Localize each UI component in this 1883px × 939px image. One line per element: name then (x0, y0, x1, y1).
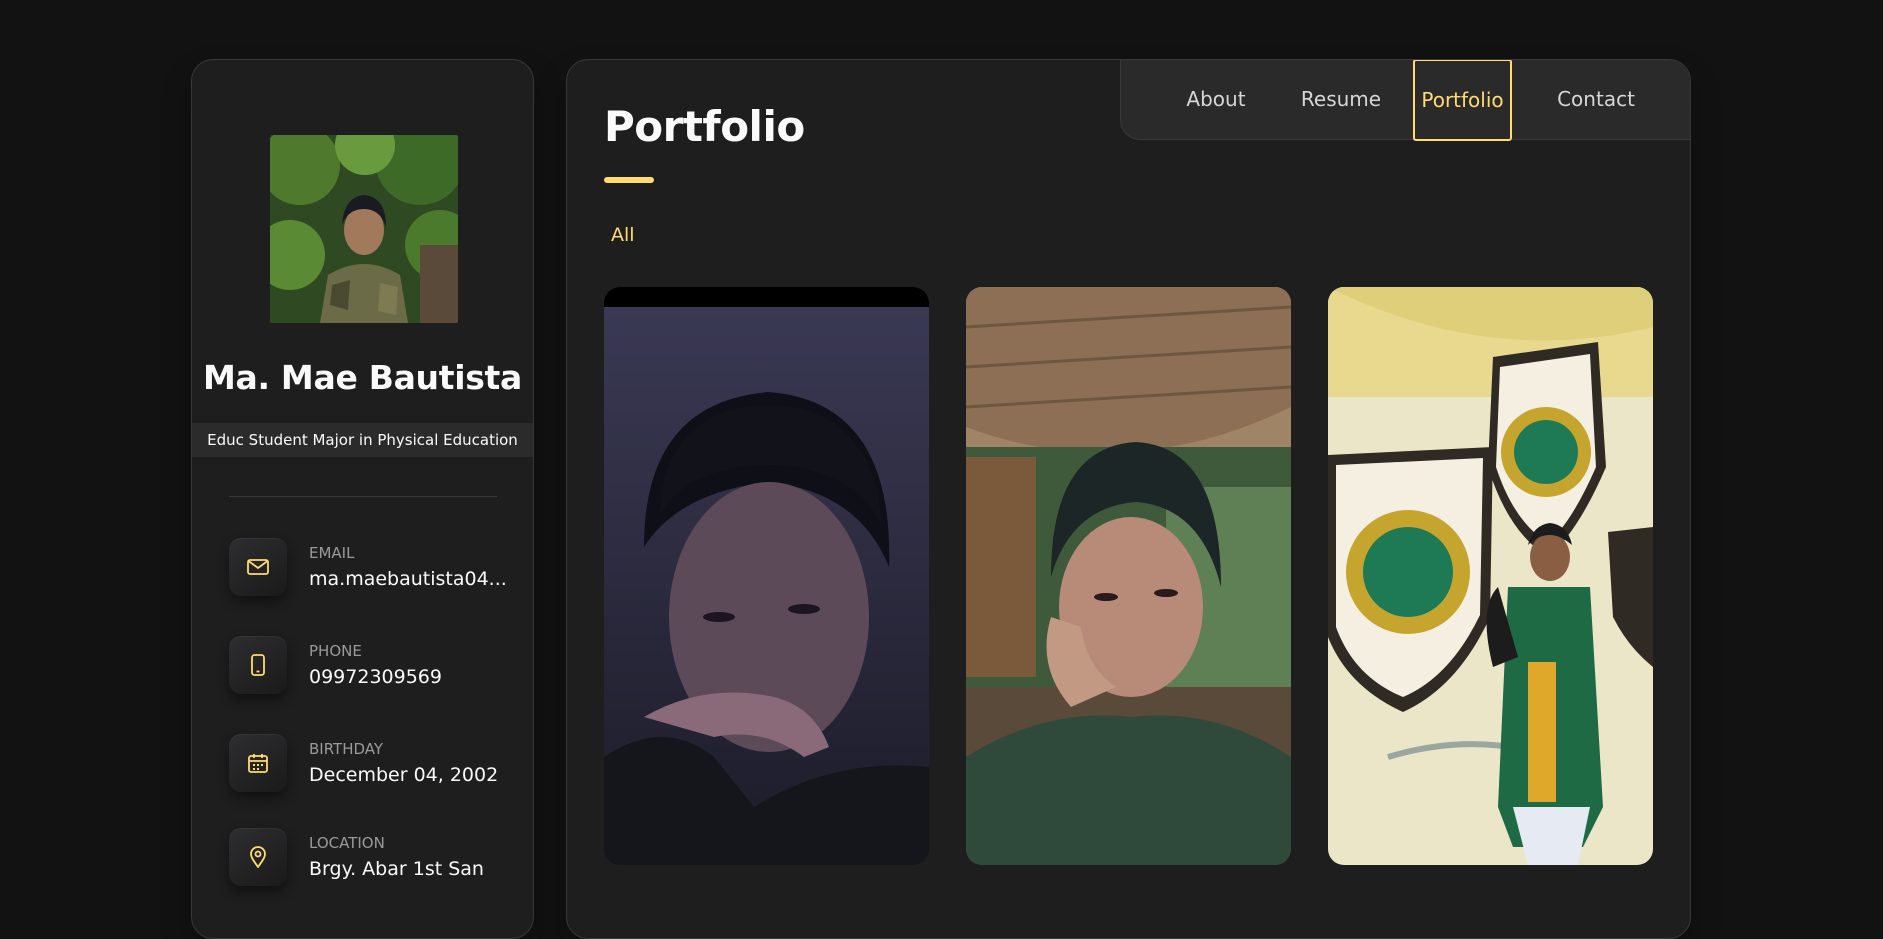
navbar: About Resume Portfolio Contact (1120, 60, 1690, 141)
avatar (270, 135, 458, 323)
nav-about[interactable]: About (1166, 60, 1266, 141)
contact-label: PHONE (309, 642, 362, 660)
page-title: Portfolio (604, 102, 805, 151)
phone-icon (229, 636, 287, 694)
portfolio-item[interactable] (966, 287, 1291, 865)
sidebar: Ma. Mae Bautista Educ Student Major in P… (191, 59, 534, 939)
portfolio-item[interactable] (1328, 287, 1653, 865)
contact-location: LOCATION Brgy. Abar 1st San (229, 828, 519, 890)
separator (229, 496, 497, 497)
contact-email: EMAIL ma.maebautista04... (229, 538, 519, 600)
calendar-icon (229, 734, 287, 792)
email-link[interactable]: ma.maebautista04... (309, 568, 509, 590)
contact-label: LOCATION (309, 834, 385, 852)
profile-title-badge: Educ Student Major in Physical Education (192, 423, 533, 457)
mail-icon (229, 538, 287, 596)
portfolio-item[interactable] (604, 287, 929, 865)
nav-resume[interactable]: Resume (1286, 60, 1396, 141)
birthday-value: December 04, 2002 (309, 764, 499, 786)
filter-all-button[interactable]: All (611, 224, 635, 246)
nav-portfolio[interactable]: Portfolio (1413, 60, 1512, 141)
location-value: Brgy. Abar 1st San (309, 858, 484, 880)
nav-contact[interactable]: Contact (1536, 60, 1656, 141)
phone-link[interactable]: 09972309569 (309, 666, 509, 688)
contact-label: BIRTHDAY (309, 740, 384, 758)
contact-birthday: BIRTHDAY December 04, 2002 (229, 734, 519, 796)
contact-label: EMAIL (309, 544, 355, 562)
main-panel: About Resume Portfolio Contact Portfolio… (566, 59, 1691, 939)
contact-phone: PHONE 09972309569 (229, 636, 519, 698)
location-icon (229, 828, 287, 886)
profile-name: Ma. Mae Bautista (203, 358, 522, 397)
title-underline (604, 177, 654, 183)
